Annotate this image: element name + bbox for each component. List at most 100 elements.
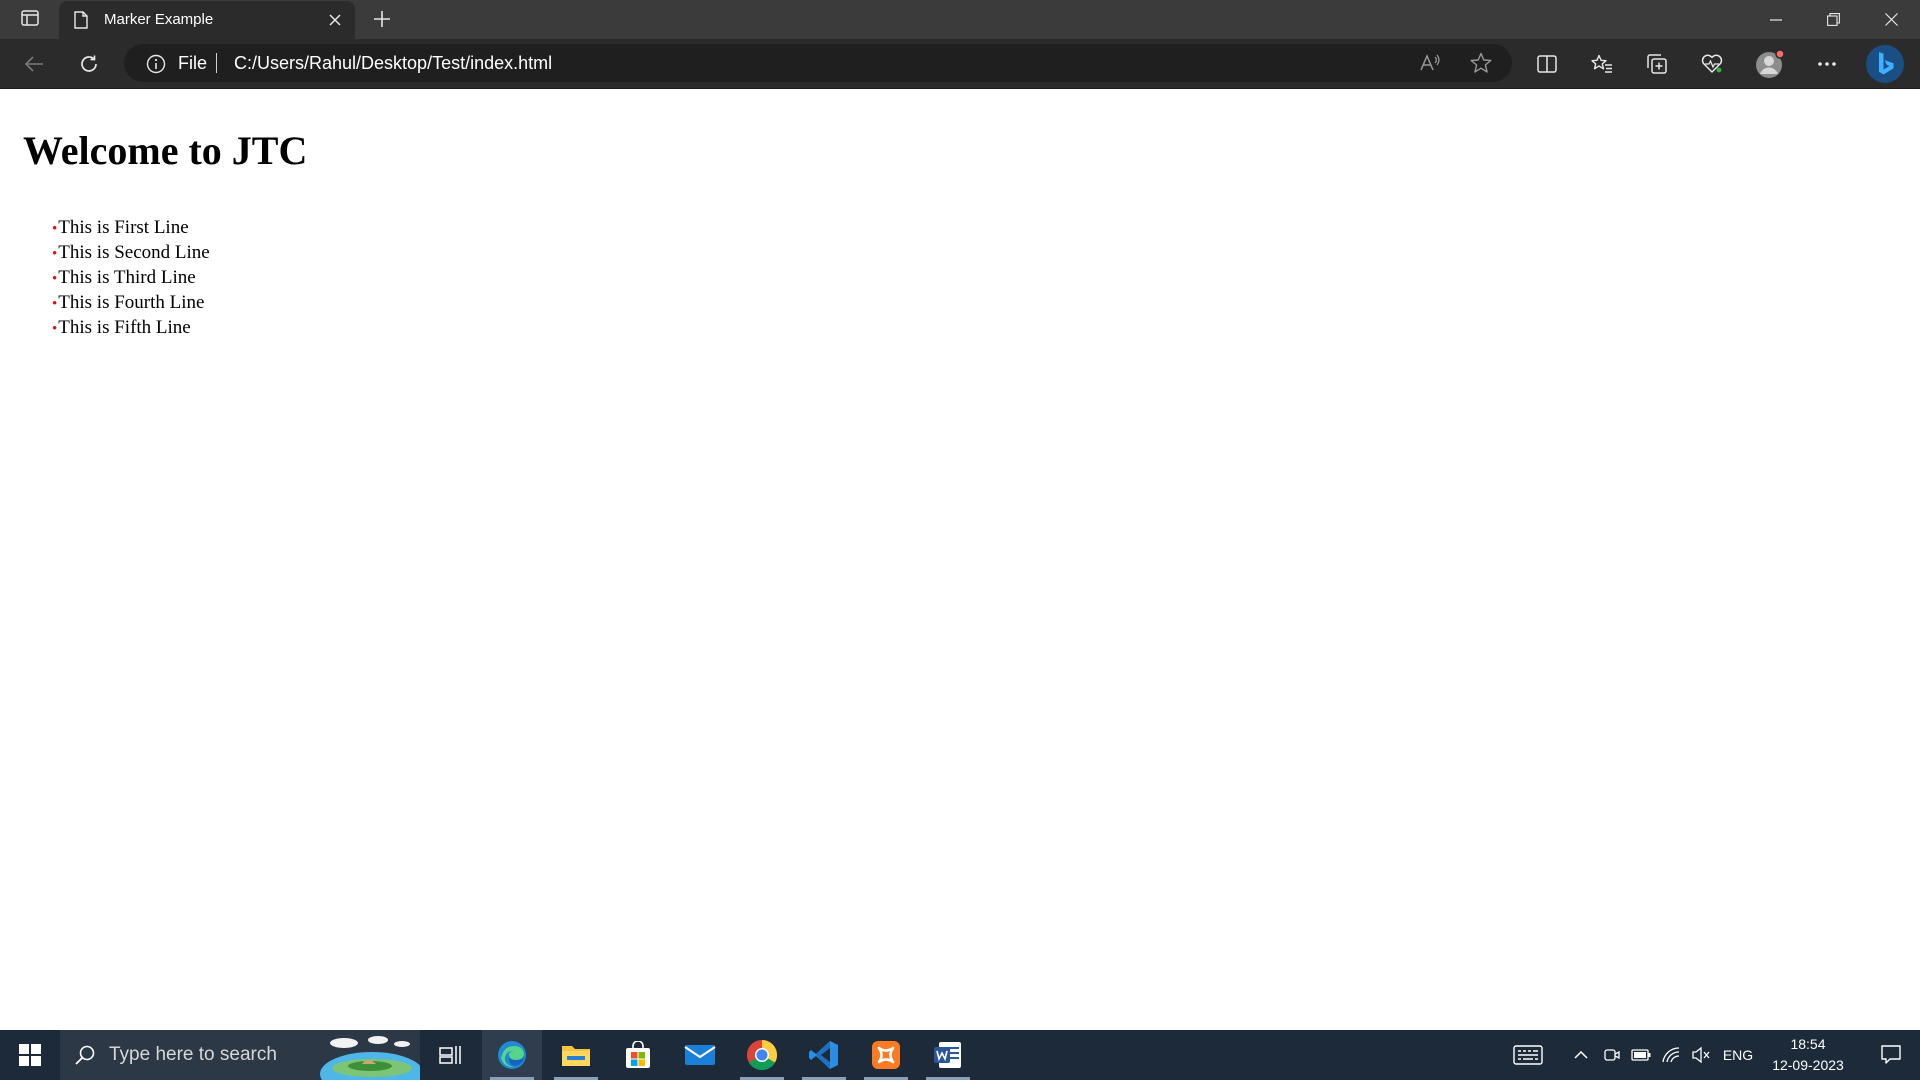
tab-title: Marker Example <box>104 11 214 28</box>
meet-now-button[interactable] <box>1600 1030 1624 1080</box>
taskbar-app-xampp[interactable] <box>856 1030 916 1080</box>
taskbar-app-file-explorer[interactable] <box>546 1030 606 1080</box>
list-item: •This is Second Line <box>52 241 210 266</box>
read-aloud-button[interactable] <box>1416 50 1446 76</box>
taskbar-app-edge[interactable] <box>482 1030 542 1080</box>
plus-icon <box>374 11 390 27</box>
back-icon <box>24 56 43 72</box>
browser-essentials-icon <box>1701 54 1723 73</box>
touch-keyboard-icon <box>1513 1045 1543 1065</box>
browser-titlebar: Marker Example <box>0 0 1920 39</box>
more-button[interactable] <box>1809 47 1845 81</box>
window-close-button[interactable] <box>1862 0 1920 39</box>
chrome-icon <box>746 1040 778 1071</box>
camera-icon <box>1604 1049 1620 1061</box>
close-icon <box>1884 13 1898 26</box>
page-icon <box>73 11 89 29</box>
battery-icon <box>1631 1049 1651 1061</box>
scheme-label[interactable]: File <box>178 53 207 74</box>
taskbar-app-vscode[interactable] <box>794 1030 854 1080</box>
microsoft-store-icon <box>626 1041 650 1068</box>
address-bar[interactable]: File C:/Users/Rahul/Desktop/Test/index.h… <box>124 44 1512 82</box>
refresh-button[interactable] <box>71 47 107 81</box>
search-icon <box>75 1045 95 1065</box>
list-item-text: This is Third Line <box>58 267 196 288</box>
language-indicator: ENG <box>1722 1047 1754 1063</box>
collections-icon <box>1647 54 1667 74</box>
taskbar: Type here to search ENG 18:54 12-09-2023 <box>0 1030 1920 1080</box>
info-icon[interactable] <box>146 54 166 74</box>
xampp-icon <box>872 1041 900 1069</box>
mail-icon <box>684 1045 716 1065</box>
list-item: •This is Third Line <box>52 266 210 291</box>
restore-icon <box>1826 13 1840 26</box>
touch-keyboard-button[interactable] <box>1508 1030 1548 1080</box>
collections-button[interactable] <box>1639 47 1675 81</box>
refresh-icon <box>81 55 97 72</box>
split-screen-button[interactable] <box>1529 47 1565 81</box>
chevron-up-icon <box>1574 1051 1588 1059</box>
tab-actions-icon <box>21 9 39 31</box>
close-icon <box>329 14 341 26</box>
page-content: Welcome to JTC •This is First Line •This… <box>0 89 1920 1030</box>
list-item: •This is First Line <box>52 216 210 241</box>
tab-actions-button[interactable] <box>12 4 48 36</box>
taskbar-app-word[interactable] <box>918 1030 978 1080</box>
wifi-icon <box>1662 1047 1680 1063</box>
taskbar-app-mail[interactable] <box>670 1030 730 1080</box>
minimize-icon <box>1770 18 1782 21</box>
task-view-button[interactable] <box>420 1030 480 1080</box>
notification-center-button[interactable] <box>1862 1030 1920 1080</box>
page-heading: Welcome to JTC <box>23 128 308 173</box>
word-icon <box>934 1042 961 1068</box>
network-button[interactable] <box>1658 1030 1684 1080</box>
restore-button[interactable] <box>1804 0 1862 39</box>
list-marker: • <box>52 296 58 312</box>
list-item-text: This is Fifth Line <box>58 317 191 338</box>
task-view-icon <box>439 1046 461 1064</box>
tab-close-button[interactable] <box>325 10 345 30</box>
volume-muted-icon <box>1692 1047 1710 1063</box>
favorite-star-icon <box>1470 52 1492 73</box>
favorite-button[interactable] <box>1466 50 1496 76</box>
browser-tab[interactable]: Marker Example <box>59 1 355 39</box>
list-marker: • <box>52 271 58 287</box>
list-marker: • <box>52 321 58 337</box>
edge-icon <box>498 1041 526 1069</box>
split-screen-icon <box>1537 55 1557 73</box>
profile-button[interactable] <box>1752 47 1788 81</box>
marker-list: •This is First Line •This is Second Line… <box>52 216 210 341</box>
new-tab-button[interactable] <box>367 4 397 34</box>
volume-button[interactable] <box>1688 1030 1714 1080</box>
bing-chat-button[interactable] <box>1864 43 1906 85</box>
address-separator <box>216 53 217 73</box>
back-button[interactable] <box>16 47 52 81</box>
vscode-icon <box>809 1041 838 1069</box>
read-aloud-icon <box>1420 54 1440 71</box>
list-marker: • <box>52 246 58 262</box>
taskbar-app-microsoft-store[interactable] <box>608 1030 668 1080</box>
battery-button[interactable] <box>1628 1030 1654 1080</box>
show-hidden-icons-button[interactable] <box>1568 1030 1594 1080</box>
input-language-button[interactable]: ENG <box>1718 1030 1758 1080</box>
taskbar-search-box[interactable]: Type here to search <box>60 1030 420 1080</box>
list-item-text: This is First Line <box>58 217 189 238</box>
url-text[interactable]: C:/Users/Rahul/Desktop/Test/index.html <box>234 53 552 74</box>
notification-icon <box>1881 1045 1901 1064</box>
favorites-button[interactable] <box>1584 47 1620 81</box>
browser-essentials-button[interactable] <box>1694 47 1730 81</box>
start-button[interactable] <box>0 1030 60 1080</box>
clock[interactable]: 18:54 12-09-2023 <box>1760 1034 1856 1076</box>
list-item-text: This is Fourth Line <box>58 292 205 313</box>
favorites-icon <box>1591 54 1612 73</box>
list-marker: • <box>52 221 58 237</box>
search-highlight-illustration-icon <box>320 1036 420 1080</box>
taskbar-app-chrome[interactable] <box>732 1030 792 1080</box>
browser-toolbar: File C:/Users/Rahul/Desktop/Test/index.h… <box>0 39 1920 89</box>
search-placeholder: Type here to search <box>109 1044 277 1065</box>
clock-date: 12-09-2023 <box>1772 1057 1844 1073</box>
list-item: •This is Fifth Line <box>52 316 210 341</box>
minimize-button[interactable] <box>1747 0 1805 39</box>
windows-logo-icon <box>19 1044 41 1066</box>
more-icon <box>1818 62 1836 66</box>
